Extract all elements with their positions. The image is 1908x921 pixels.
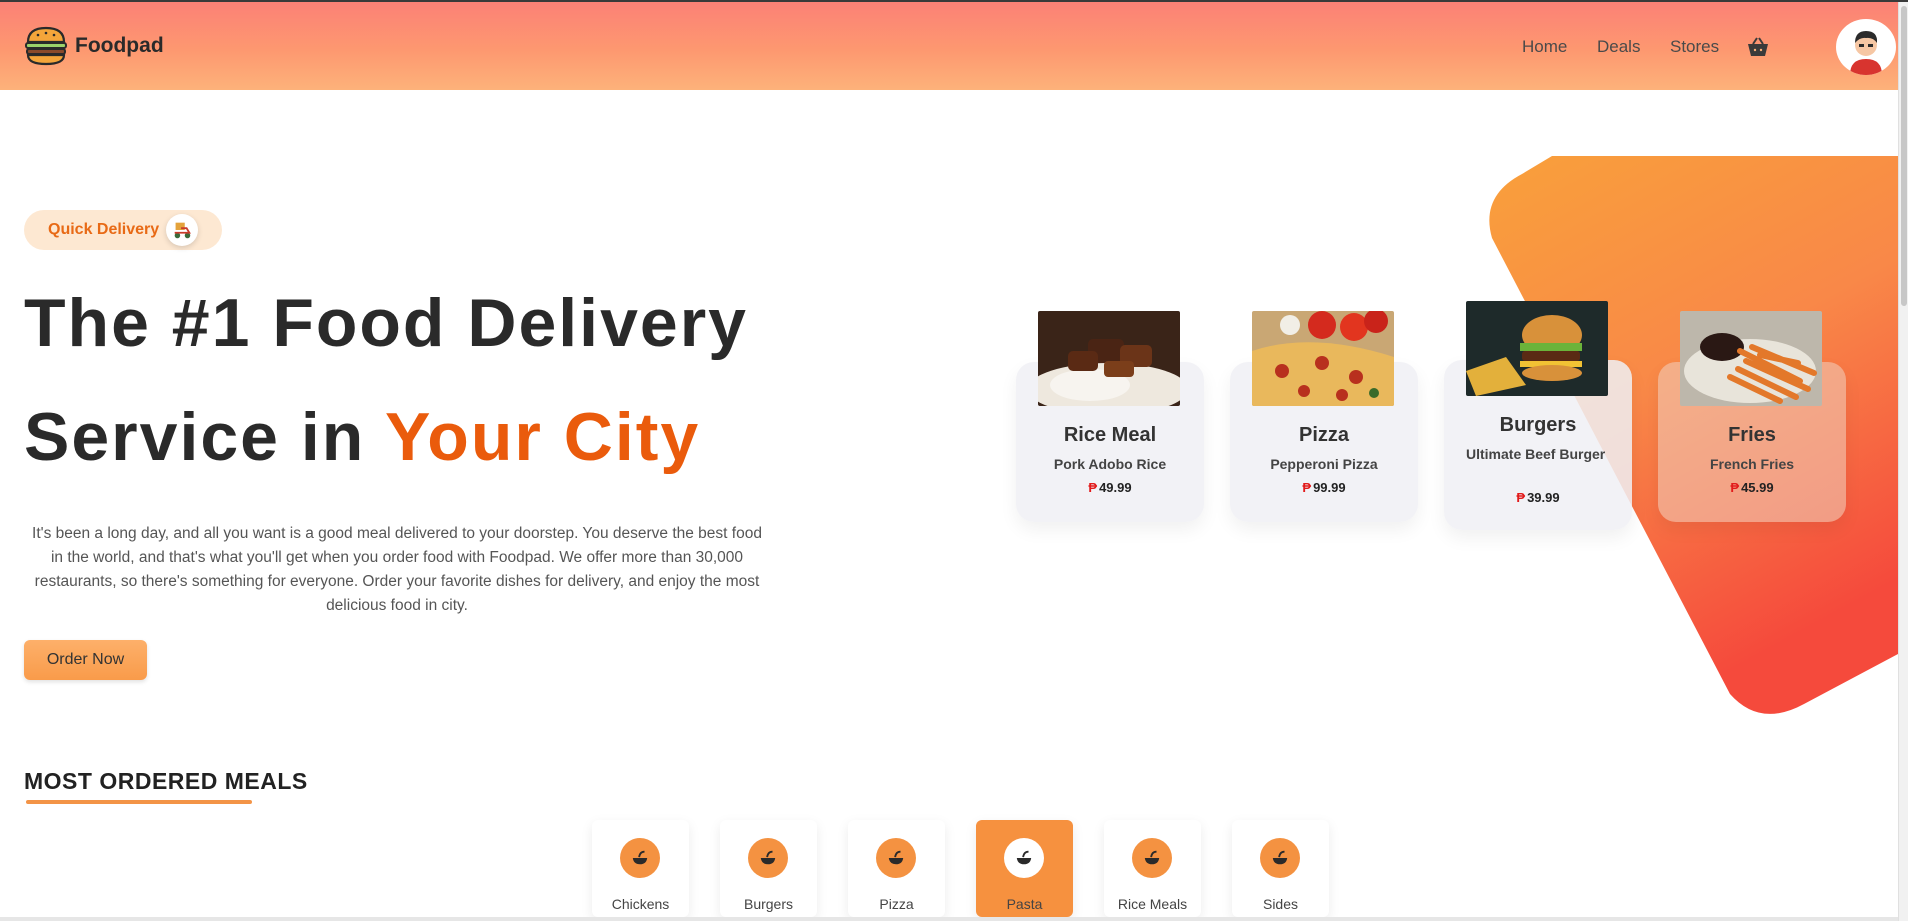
section-title: MOST ORDERED MEALS xyxy=(24,768,308,794)
page: Foodpad Home Deals Stores Quick Delivery xyxy=(0,0,1908,921)
horizontal-scrollbar[interactable] xyxy=(0,917,1898,921)
card-title: Rice Meal xyxy=(1063,424,1157,446)
card-subtitle: Pork Adobo Rice xyxy=(1053,456,1167,472)
currency-symbol: ₱ xyxy=(1516,490,1526,505)
card-subtitle: Pepperoni Pizza xyxy=(1270,456,1378,472)
price-value: 45.99 xyxy=(1741,480,1774,495)
card-subtitle: French Fries xyxy=(1709,456,1795,472)
category-label: Sides xyxy=(1262,896,1299,912)
hero-title-line2: Service in Your City xyxy=(24,398,700,476)
quick-delivery-label: Quick Delivery xyxy=(48,221,160,238)
pizza-photo xyxy=(1252,311,1394,406)
burger-logo-icon[interactable] xyxy=(22,22,70,70)
category-pasta[interactable]: Pasta xyxy=(976,820,1073,917)
basket-icon[interactable] xyxy=(1746,36,1770,58)
bowl-icon xyxy=(748,838,788,878)
quick-delivery-badge: Quick Delivery xyxy=(24,210,222,250)
fries-photo xyxy=(1680,311,1822,406)
section-underline xyxy=(26,800,252,804)
vertical-scrollbar[interactable] xyxy=(1898,2,1908,921)
brand-name[interactable]: Foodpad xyxy=(75,34,164,58)
category-label: Pasta xyxy=(1006,896,1043,912)
price-value: 49.99 xyxy=(1099,480,1132,495)
hero-title-line1: The #1 Food Delivery xyxy=(24,285,748,361)
top-navbar: Foodpad Home Deals Stores xyxy=(0,2,1898,90)
category-label: Rice Meals xyxy=(1117,896,1188,912)
hero-title-prefix: Service in xyxy=(24,399,385,475)
category-rice-meals[interactable]: Rice Meals xyxy=(1104,820,1201,917)
category-label: Chickens xyxy=(611,896,670,912)
category-sides[interactable]: Sides xyxy=(1232,820,1329,917)
card-price: ₱ 45.99 xyxy=(1658,480,1846,495)
card-title: Burgers xyxy=(1499,414,1577,436)
hero-title-accent: Your City xyxy=(384,399,701,475)
nav-deals[interactable]: Deals xyxy=(1597,37,1640,57)
rice-meal-photo xyxy=(1038,311,1180,406)
card-subtitle: Ultimate Beef Burger xyxy=(1466,446,1606,462)
bowl-icon xyxy=(876,838,916,878)
user-avatar[interactable] xyxy=(1836,19,1896,75)
currency-symbol: ₱ xyxy=(1302,480,1312,495)
card-price: ₱ 39.99 xyxy=(1444,490,1632,505)
hero-description: It's been a long day, and all you want i… xyxy=(32,525,762,614)
bowl-icon xyxy=(1260,838,1300,878)
scrollbar-thumb[interactable] xyxy=(1901,6,1907,306)
category-label: Pizza xyxy=(879,896,914,912)
order-now-button[interactable]: Order Now xyxy=(24,640,147,680)
card-title: Pizza xyxy=(1298,424,1350,446)
bowl-icon xyxy=(1132,838,1172,878)
category-label: Burgers xyxy=(743,896,794,912)
price-value: 99.99 xyxy=(1313,480,1346,495)
currency-symbol: ₱ xyxy=(1730,480,1740,495)
nav-stores[interactable]: Stores xyxy=(1670,37,1719,57)
category-pizza[interactable]: Pizza xyxy=(848,820,945,917)
currency-symbol: ₱ xyxy=(1088,480,1098,495)
burger-photo xyxy=(1466,301,1608,396)
nav-home[interactable]: Home xyxy=(1522,37,1567,57)
card-price: ₱ 49.99 xyxy=(1016,480,1204,495)
delivery-scooter-icon xyxy=(166,214,198,246)
category-chickens[interactable]: Chickens xyxy=(592,820,689,917)
bowl-icon xyxy=(1004,838,1044,878)
card-price: ₱ 99.99 xyxy=(1230,480,1418,495)
category-burgers[interactable]: Burgers xyxy=(720,820,817,917)
bowl-icon xyxy=(620,838,660,878)
user-avatar-icon xyxy=(1850,31,1882,75)
card-title: Fries xyxy=(1728,424,1776,446)
price-value: 39.99 xyxy=(1527,490,1560,505)
